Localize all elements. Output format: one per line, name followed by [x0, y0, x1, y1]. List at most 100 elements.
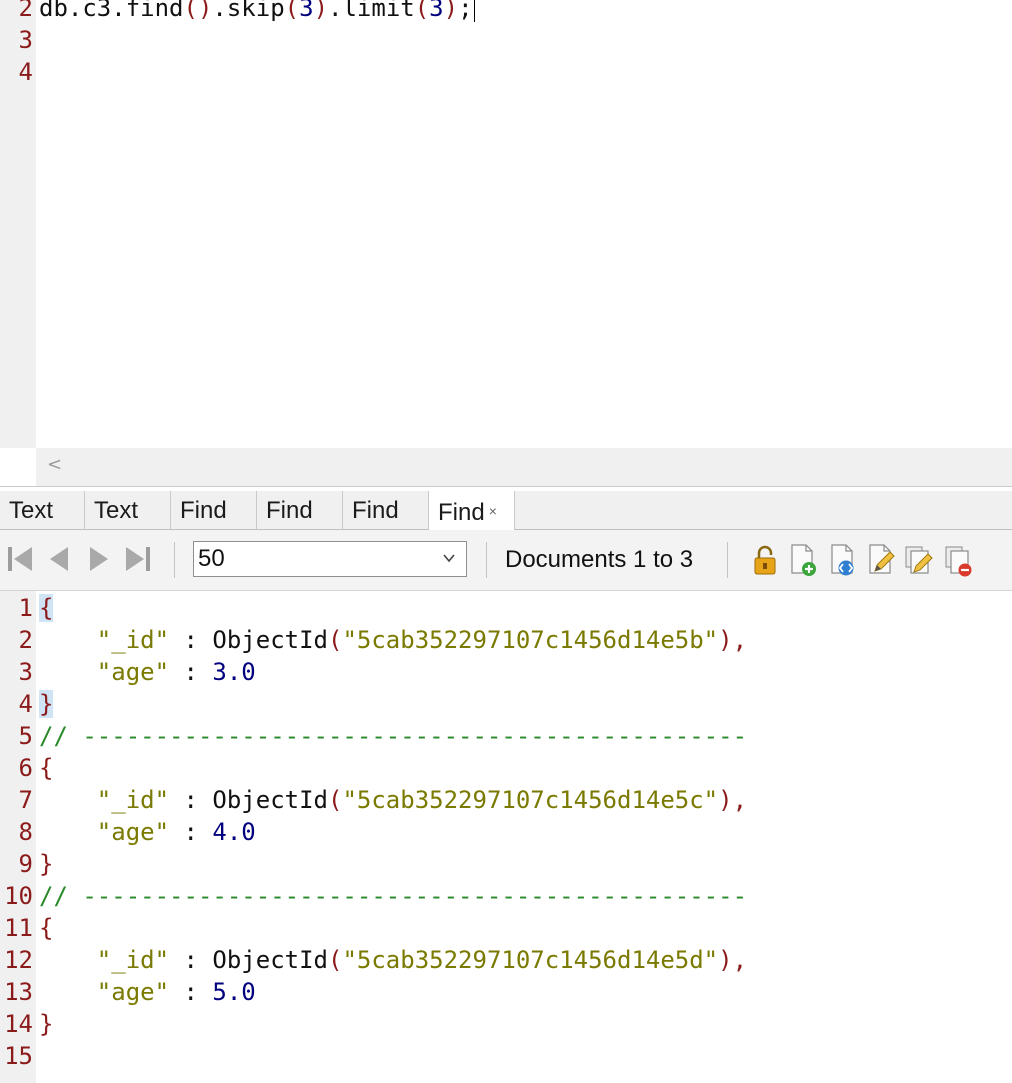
- last-page-icon[interactable]: [124, 544, 152, 574]
- tab-label: Text: [94, 497, 139, 524]
- code-token: :: [169, 786, 213, 814]
- code-token: // -------------------------------------…: [39, 882, 748, 910]
- code-token: ;: [458, 0, 473, 22]
- code-line: 4}: [0, 688, 1012, 720]
- code-token: ): [313, 0, 329, 22]
- line-number: 1: [18, 594, 33, 622]
- previous-page-icon[interactable]: [46, 544, 72, 574]
- tab-find-active[interactable]: Find ×: [429, 491, 515, 530]
- page-size-select[interactable]: 50: [193, 541, 467, 577]
- code-token: "_id": [96, 946, 170, 974]
- code-token: (): [183, 0, 213, 22]
- code-token: }: [39, 850, 54, 878]
- code-token: ),: [718, 626, 748, 654]
- line-content: // -------------------------------------…: [39, 880, 747, 912]
- line-number: 2: [18, 626, 33, 654]
- code-token: (: [284, 0, 300, 22]
- query-editor[interactable]: 2 db.c3.find().skip(3).limit(3); 3 4 <: [0, 0, 1012, 487]
- code-token: :: [169, 818, 213, 846]
- code-token: (: [328, 626, 343, 654]
- tab-label: Text: [9, 497, 54, 524]
- next-page-icon[interactable]: [86, 544, 112, 574]
- line-number: 5: [18, 722, 33, 750]
- line-number: 8: [18, 818, 33, 846]
- tab-label: Find: [352, 497, 399, 524]
- tab-find-2[interactable]: Find: [257, 491, 343, 529]
- tab-label: Find: [180, 497, 227, 524]
- code-token: "_id": [96, 786, 170, 814]
- code-token: {: [39, 594, 54, 622]
- tab-find-1[interactable]: Find: [171, 491, 257, 529]
- line-content: "age" : 5.0: [39, 976, 256, 1008]
- code-line: 2 db.c3.find().skip(3).limit(3);: [0, 0, 1012, 24]
- edit-multiple-icon[interactable]: [904, 543, 934, 577]
- view-document-icon[interactable]: [828, 543, 858, 577]
- delete-document-icon[interactable]: [944, 543, 974, 577]
- tab-find-3[interactable]: Find: [343, 491, 429, 529]
- line-number: 15: [4, 1042, 33, 1070]
- page-size-value: 50: [198, 545, 225, 572]
- code-token: "5cab352297107c1456d14e5c": [342, 786, 719, 814]
- code-token: ): [443, 0, 459, 22]
- close-icon[interactable]: ×: [489, 503, 497, 519]
- line-content: // -------------------------------------…: [39, 720, 747, 752]
- line-number: 4: [18, 58, 33, 86]
- result-toolbar: 50 Documents 1 to 3: [0, 530, 1012, 591]
- code-token: 5.0: [212, 978, 256, 1006]
- line-number: 9: [18, 850, 33, 878]
- line-content: "_id" : ObjectId("5cab352297107c1456d14e…: [39, 944, 747, 976]
- code-token: }: [39, 690, 54, 718]
- code-line: 4: [0, 56, 1012, 88]
- code-token: 4.0: [212, 818, 256, 846]
- line-content: }: [39, 848, 53, 880]
- line-number: 7: [18, 786, 33, 814]
- lock-icon[interactable]: [750, 543, 780, 577]
- results-code-area[interactable]: 1{2 "_id" : ObjectId("5cab352297107c1456…: [0, 592, 1012, 1072]
- code-line: 11{: [0, 912, 1012, 944]
- code-token: (: [328, 786, 343, 814]
- code-token: :: [169, 626, 213, 654]
- tab-text-2[interactable]: Text: [85, 491, 171, 529]
- code-line: 13 "age" : 5.0: [0, 976, 1012, 1008]
- code-token: }: [39, 1010, 54, 1038]
- editor-horizontal-scrollbar[interactable]: <: [36, 448, 1012, 486]
- chevron-left-icon[interactable]: <: [47, 454, 62, 475]
- code-line: 15: [0, 1040, 1012, 1072]
- chevron-down-icon[interactable]: [442, 551, 456, 565]
- result-tab-bar: Text Text Find Find Find Find ×: [0, 491, 1012, 530]
- line-number: 14: [4, 1010, 33, 1038]
- code-token: 3: [299, 0, 314, 22]
- code-token: ObjectId: [212, 626, 328, 654]
- code-token: ),: [718, 946, 748, 974]
- code-token: .limit: [328, 0, 415, 22]
- editor-code-area[interactable]: 2 db.c3.find().skip(3).limit(3); 3 4: [0, 0, 1012, 88]
- first-page-icon[interactable]: [6, 544, 34, 574]
- line-number: 3: [18, 26, 33, 54]
- edit-document-icon[interactable]: [866, 543, 896, 577]
- code-token: :: [169, 946, 213, 974]
- line-content: {: [39, 912, 53, 944]
- code-line: 7 "_id" : ObjectId("5cab352297107c1456d1…: [0, 784, 1012, 816]
- add-document-icon[interactable]: [788, 543, 818, 577]
- toolbar-divider: [174, 542, 175, 578]
- code-line: 9}: [0, 848, 1012, 880]
- code-line: 14}: [0, 1008, 1012, 1040]
- code-token: 3: [429, 0, 444, 22]
- code-line: 5// ------------------------------------…: [0, 720, 1012, 752]
- code-token: // -------------------------------------…: [39, 722, 748, 750]
- tab-label: Find: [438, 499, 485, 526]
- code-line: 8 "age" : 4.0: [0, 816, 1012, 848]
- code-token: "5cab352297107c1456d14e5d": [342, 946, 719, 974]
- code-token: 3.0: [212, 658, 256, 686]
- code-token: ObjectId: [212, 946, 328, 974]
- tab-text-1[interactable]: Text: [0, 491, 85, 529]
- code-token: ObjectId: [212, 786, 328, 814]
- code-token: ),: [718, 786, 748, 814]
- toolbar-divider: [486, 542, 487, 578]
- results-viewer[interactable]: 1{2 "_id" : ObjectId("5cab352297107c1456…: [0, 591, 1012, 1083]
